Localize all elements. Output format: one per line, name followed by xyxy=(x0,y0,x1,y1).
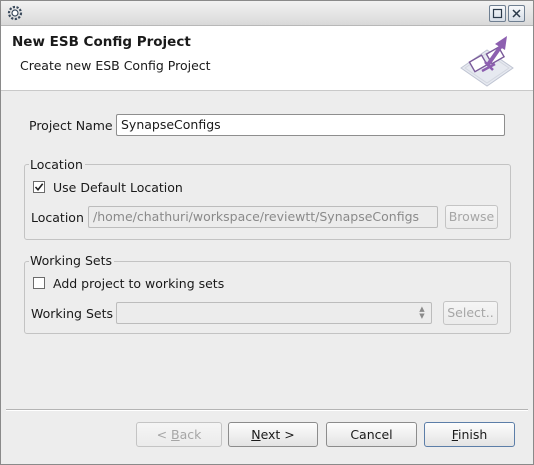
use-default-location-checkbox[interactable] xyxy=(33,181,45,193)
location-group-legend: Location xyxy=(29,157,85,172)
location-label: Location xyxy=(31,210,84,225)
use-default-location-label[interactable]: Use Default Location xyxy=(53,180,183,195)
add-to-working-sets-label[interactable]: Add project to working sets xyxy=(53,276,224,291)
button-bar-separator xyxy=(6,409,528,411)
window-menu-icon[interactable] xyxy=(6,4,24,22)
next-button-rest: ext > xyxy=(260,427,295,442)
close-icon[interactable] xyxy=(508,5,525,22)
wizard-banner: New ESB Config Project Create new ESB Co… xyxy=(1,26,533,91)
checkmark-icon xyxy=(34,183,44,192)
banner-description: Create new ESB Config Project xyxy=(20,58,211,73)
maximize-icon[interactable] xyxy=(489,5,506,22)
project-name-label: Project Name xyxy=(29,118,113,133)
new-esb-config-project-dialog: New ESB Config Project Create new ESB Co… xyxy=(0,0,534,465)
add-to-working-sets-checkbox[interactable] xyxy=(33,277,45,289)
next-button-mnemonic: N xyxy=(251,427,261,442)
cancel-button[interactable]: Cancel xyxy=(326,422,417,447)
location-input: /home/chathuri/workspace/reviewtt/Synaps… xyxy=(88,206,438,228)
select-working-sets-button: Select.. xyxy=(443,301,498,325)
new-project-wizard-icon xyxy=(460,36,514,87)
combo-arrows-icon: ▲ ▼ xyxy=(419,305,425,320)
working-sets-combo: ▲ ▼ xyxy=(116,302,432,324)
working-sets-group-legend: Working Sets xyxy=(29,253,114,268)
project-name-input[interactable]: SynapseConfigs xyxy=(116,114,505,136)
finish-button[interactable]: Finish xyxy=(424,422,515,447)
location-group xyxy=(24,164,511,240)
title-bar xyxy=(1,1,533,26)
banner-title: New ESB Config Project xyxy=(12,34,191,50)
back-button: < Back xyxy=(136,422,222,447)
back-button-rest: ack xyxy=(179,427,202,442)
back-button-prefix: < xyxy=(156,427,172,442)
finish-button-rest: inish xyxy=(457,427,488,442)
browse-button: Browse xyxy=(445,205,498,229)
next-button[interactable]: Next > xyxy=(228,422,318,447)
back-button-mnemonic: B xyxy=(171,427,180,442)
working-sets-label: Working Sets xyxy=(31,306,113,321)
